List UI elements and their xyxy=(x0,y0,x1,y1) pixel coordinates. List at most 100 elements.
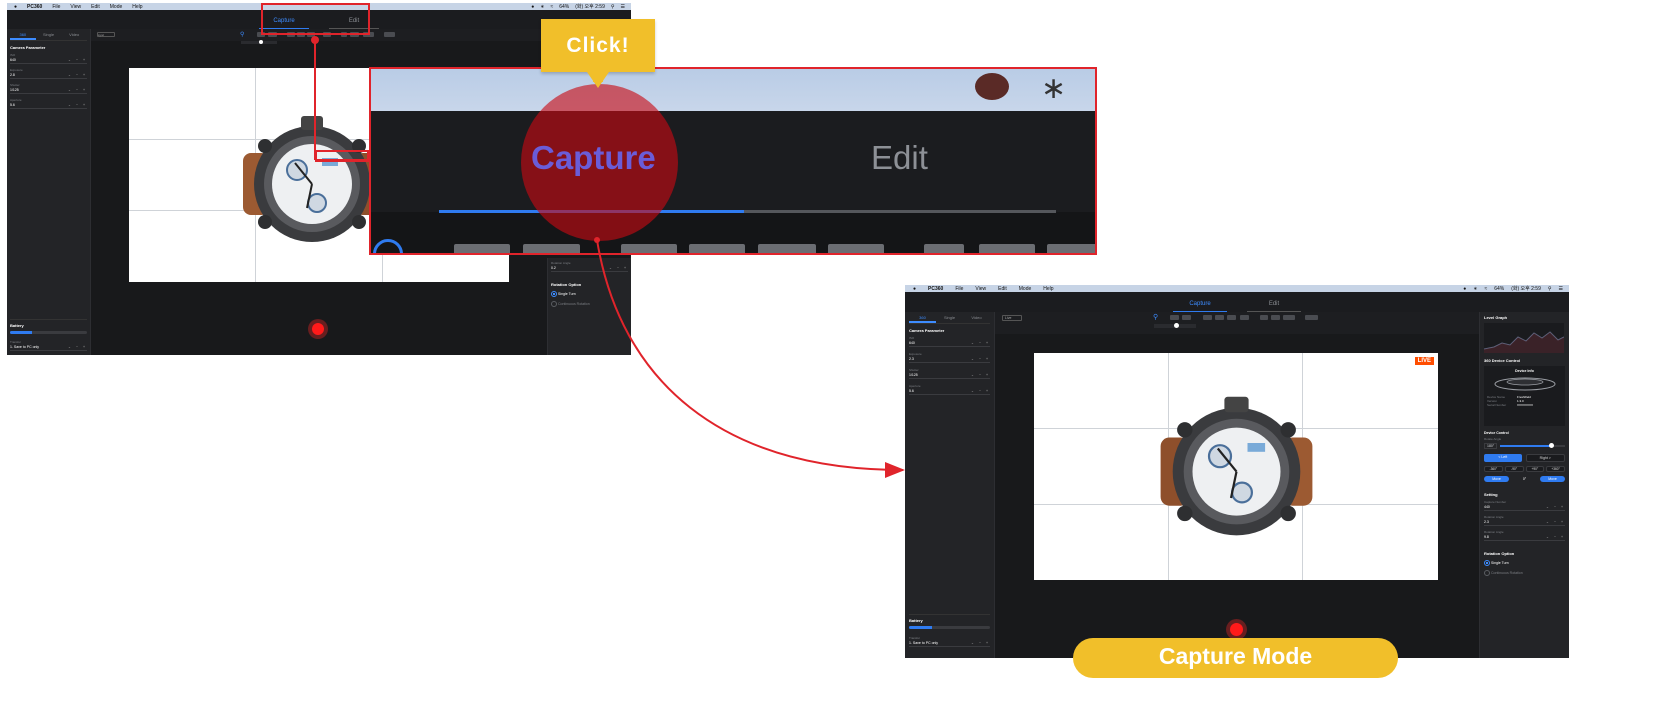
setting-controls[interactable]: ⌄ − + xyxy=(1546,535,1565,539)
search-icon[interactable]: ⚲ xyxy=(611,4,615,10)
menu-edit[interactable]: Edit xyxy=(91,4,100,10)
menu-mode[interactable]: Mode xyxy=(110,4,123,10)
transfer-controls[interactable]: ⌄ − + xyxy=(68,345,87,349)
param-shutter-row[interactable]: 1/125 ⌄ − + xyxy=(909,372,990,379)
option-continuous-rotation[interactable]: Continuous Rotation xyxy=(551,301,628,307)
preview-canvas[interactable]: LIVE xyxy=(1034,353,1438,580)
layout-split[interactable] xyxy=(1182,315,1191,320)
rotate-slider-knob[interactable] xyxy=(1548,443,1554,448)
message-icon[interactable]: ● xyxy=(1463,286,1466,292)
tab-single[interactable]: Single xyxy=(36,31,62,40)
param-aperture-row[interactable]: 5.6 ⌄ − + xyxy=(10,102,87,109)
param-exposure-row[interactable]: 2.3 ⌄ − + xyxy=(909,356,990,363)
param-exposure-controls[interactable]: ⌄ − + xyxy=(68,73,87,77)
param-shutter-controls[interactable]: ⌄ − + xyxy=(971,373,990,377)
tab-capture[interactable]: Capture xyxy=(1173,301,1227,312)
zoom-slider-knob[interactable] xyxy=(1174,323,1179,328)
setting-row[interactable]: 2.3 ⌄ − + xyxy=(1484,519,1565,526)
tab-single[interactable]: Single xyxy=(936,314,963,323)
radio-single-turn[interactable] xyxy=(1484,560,1490,566)
angle-plus-360[interactable]: +360° xyxy=(1546,466,1565,472)
tab-video[interactable]: Video xyxy=(963,314,990,323)
menu-icon[interactable]: ☰ xyxy=(1559,286,1563,292)
rotate-slider[interactable] xyxy=(1500,443,1565,448)
wifi-icon[interactable]: ≈ xyxy=(550,4,553,10)
param-exposure-controls[interactable]: ⌄ − + xyxy=(971,357,990,361)
record-button[interactable] xyxy=(312,323,324,335)
left-button[interactable]: < Left xyxy=(1484,454,1522,462)
param-iso-controls[interactable]: ⌄ − + xyxy=(68,58,87,62)
move-right-button[interactable]: Move xyxy=(1540,476,1565,482)
tab-video[interactable]: Video xyxy=(61,31,87,40)
param-iso-controls[interactable]: ⌄ − + xyxy=(971,341,990,345)
search-icon[interactable]: ⚲ xyxy=(1548,286,1552,292)
tab-360[interactable]: 360 xyxy=(909,314,936,323)
zoom-slider[interactable] xyxy=(1154,323,1196,328)
menu-file[interactable]: File xyxy=(955,286,963,292)
param-aperture-row[interactable]: 5.6 ⌄ − + xyxy=(909,388,990,395)
zoom-slider-knob[interactable] xyxy=(259,40,263,44)
angle-minus-90[interactable]: -90° xyxy=(1504,466,1524,472)
tab-360[interactable]: 360 xyxy=(10,31,36,40)
record-button[interactable] xyxy=(1230,623,1243,636)
transfer-controls[interactable]: ⌄ − + xyxy=(971,641,990,645)
zoom-tab-edit[interactable]: Edit xyxy=(871,139,928,177)
radio-continuous-rotation[interactable] xyxy=(551,301,557,307)
bluetooth-icon[interactable]: ∗ xyxy=(540,4,544,10)
layout-grid-4[interactable] xyxy=(1227,315,1236,320)
rotation-angle-controls[interactable]: ⌄ − + xyxy=(609,266,628,270)
param-iso-row[interactable]: 640 ⌄ − + xyxy=(909,340,990,347)
preset-select[interactable]: sync xyxy=(97,32,115,37)
transfer-row[interactable]: 1. Save to PC only ⌄ − + xyxy=(10,344,87,351)
angle-plus-90[interactable]: +90° xyxy=(1525,466,1545,472)
menu-icon[interactable]: ☰ xyxy=(621,4,625,10)
param-shutter-row[interactable]: 1/125 ⌄ − + xyxy=(10,87,87,94)
tab-edit[interactable]: Edit xyxy=(1247,301,1301,312)
tool-d[interactable] xyxy=(1305,315,1318,320)
right-button[interactable]: Right > xyxy=(1525,454,1565,462)
apple-icon[interactable]: ● xyxy=(913,286,916,292)
radio-single-turn[interactable] xyxy=(551,291,557,297)
param-aperture-controls[interactable]: ⌄ − + xyxy=(971,389,990,393)
zoom-icon[interactable]: ⚲ xyxy=(240,31,244,38)
tool-d[interactable] xyxy=(384,32,395,37)
zoom-tab-capture[interactable]: Capture xyxy=(531,139,656,177)
option-continuous-rotation[interactable]: Continuous Rotation xyxy=(1484,570,1565,576)
param-aperture-controls[interactable]: ⌄ − + xyxy=(68,103,87,107)
menu-view[interactable]: View xyxy=(975,286,986,292)
menu-help[interactable]: Help xyxy=(1043,286,1053,292)
layout-grid-3[interactable] xyxy=(1215,315,1224,320)
setting-row[interactable]: 440 ⌄ − + xyxy=(1484,504,1565,511)
menu-edit[interactable]: Edit xyxy=(998,286,1007,292)
param-shutter-controls[interactable]: ⌄ − + xyxy=(68,88,87,92)
tool-a[interactable] xyxy=(1260,315,1268,320)
preset-select[interactable]: Live xyxy=(1002,315,1022,321)
setting-row[interactable]: 9.8 ⌄ − + xyxy=(1484,534,1565,541)
wifi-icon[interactable]: ≈ xyxy=(1484,286,1487,292)
layout-grid-2[interactable] xyxy=(1203,315,1212,320)
param-iso-row[interactable]: 640 ⌄ − + xyxy=(10,57,87,64)
radio-continuous-rotation[interactable] xyxy=(1484,570,1490,576)
tool-b[interactable] xyxy=(1271,315,1280,320)
move-left-button[interactable]: Move xyxy=(1484,476,1509,482)
move-value[interactable]: 0° xyxy=(1512,477,1537,481)
menu-file[interactable]: File xyxy=(52,4,60,10)
setting-controls[interactable]: ⌄ − + xyxy=(1546,505,1565,509)
layout-single[interactable] xyxy=(1170,315,1179,320)
menu-mode[interactable]: Mode xyxy=(1019,286,1032,292)
option-single-turn[interactable]: Single Turn xyxy=(1484,560,1565,566)
bluetooth-icon[interactable]: ∗ xyxy=(1473,286,1477,292)
zoom-icon[interactable]: ⚲ xyxy=(1153,313,1158,321)
param-exposure-row[interactable]: 2.8 ⌄ − + xyxy=(10,72,87,79)
app-name[interactable]: PC360 xyxy=(928,286,943,292)
menu-help[interactable]: Help xyxy=(132,4,142,10)
transfer-row[interactable]: 1. Save to PC only ⌄ − + xyxy=(909,640,990,647)
zoom-slider[interactable] xyxy=(241,40,277,44)
tool-c[interactable] xyxy=(1283,315,1295,320)
setting-controls[interactable]: ⌄ − + xyxy=(1546,520,1565,524)
menu-view[interactable]: View xyxy=(70,4,81,10)
rotation-angle-row[interactable]: 0.2 ⌄ − + xyxy=(551,265,628,272)
message-icon[interactable]: ● xyxy=(531,4,534,10)
app-name[interactable]: PC360 xyxy=(27,4,42,10)
layout-cross[interactable] xyxy=(1240,315,1249,320)
